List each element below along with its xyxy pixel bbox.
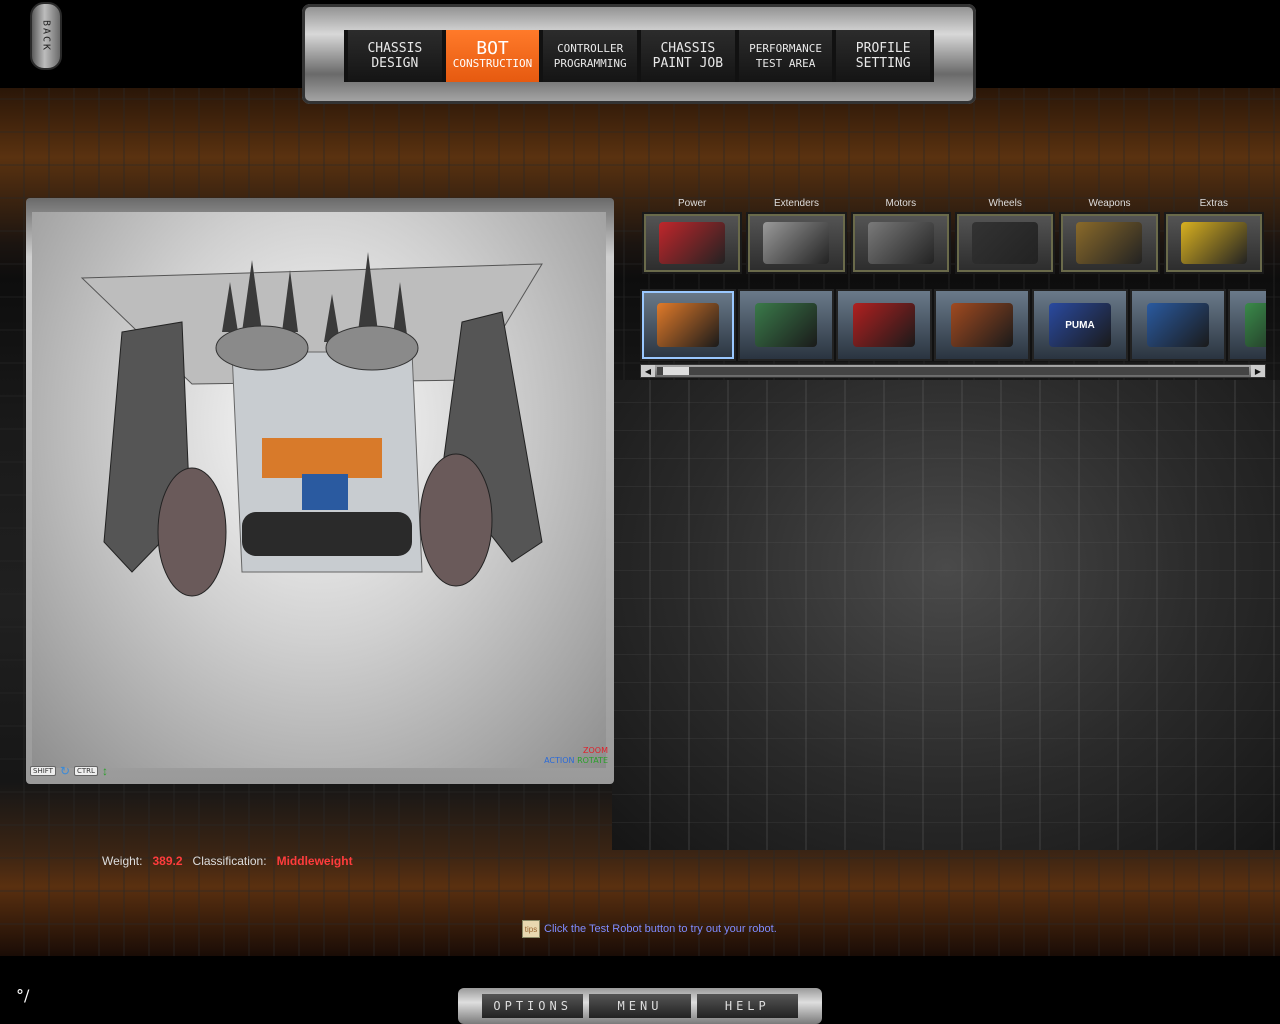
tab-controller-programming[interactable]: CONTROLLER PROGRAMMING <box>543 30 638 82</box>
part-slot[interactable] <box>1130 289 1226 361</box>
part-slot[interactable] <box>1228 289 1266 361</box>
part-slot[interactable]: PUMA <box>1032 289 1128 361</box>
green-battery-icon <box>1245 303 1266 347</box>
category-label: Motors <box>885 198 917 209</box>
circuit-board-icon <box>755 303 817 347</box>
puma-battery-icon: PUMA <box>1049 303 1111 347</box>
top-navigation: CHASSIS DESIGN BOT CONSTRUCTION CONTROLLER PR… <box>302 4 976 104</box>
weight-value: 389.2 <box>152 854 183 868</box>
classification-label: Classification: <box>192 854 267 868</box>
tab-line1: CHASSIS <box>660 41 716 56</box>
red-battery-icon <box>853 303 915 347</box>
robot-view[interactable] <box>32 212 606 768</box>
category-tile[interactable] <box>1163 212 1264 274</box>
parts-list: PUMA <box>640 289 1266 361</box>
part-slot[interactable] <box>640 289 736 361</box>
extras-icon <box>1180 222 1247 264</box>
back-label: BACK <box>40 19 52 53</box>
tab-profile-setting[interactable]: PROFILE SETTING <box>836 30 931 82</box>
viewport-controls: SHIFT ↻ CTRL ↕ <box>30 764 610 778</box>
category-extenders[interactable]: Extenders <box>744 196 848 274</box>
category-label: Extenders <box>773 198 819 209</box>
robot-controller <box>302 474 348 510</box>
category-wheels[interactable]: Wheels <box>953 196 1057 274</box>
back-button[interactable]: BACK <box>30 2 62 70</box>
category-tile[interactable] <box>850 212 951 274</box>
robot-wheel-right <box>419 453 493 587</box>
robot-motor-left <box>215 325 309 371</box>
tab-line1: PROFILE <box>855 41 911 56</box>
ctrl-key: CTRL <box>74 766 98 776</box>
tab-line1: CONTROLLER <box>557 42 624 55</box>
mouse-legend: ZOOM ACTION ROTATE <box>544 746 608 766</box>
tip-text: Click the Test Robot button to try out y… <box>544 923 777 935</box>
weapon-icon <box>1076 222 1143 264</box>
tab-line2: TEST AREA <box>755 57 816 70</box>
bottom-menu-bar: OPTIONS MENU HELP <box>458 988 822 1024</box>
battery-pack-icon <box>657 303 719 347</box>
tab-line1: CHASSIS <box>367 41 423 56</box>
tab-performance-test-area[interactable]: PERFORMANCE TEST AREA <box>738 30 833 82</box>
options-button[interactable]: OPTIONS <box>482 994 584 1018</box>
category-label: Power <box>677 198 707 209</box>
scroll-thumb[interactable] <box>663 367 689 375</box>
shift-key: SHIFT <box>30 766 56 776</box>
tips-icon: tips <box>522 920 540 938</box>
help-button[interactable]: HELP <box>696 994 798 1018</box>
classification-value: Middleweight <box>276 854 353 868</box>
tab-line2: CONSTRUCTION <box>452 57 533 70</box>
tab-line2: PROGRAMMING <box>553 57 627 70</box>
category-extras[interactable]: Extras <box>1162 196 1266 274</box>
category-label: Wheels <box>988 198 1022 209</box>
tab-line1: PERFORMANCE <box>749 42 822 55</box>
tab-line2: DESIGN <box>371 56 419 71</box>
part-slot[interactable] <box>934 289 1030 361</box>
weight-label: Weight: <box>102 854 143 868</box>
tab-line2: SETTING <box>855 56 911 71</box>
category-tile[interactable] <box>1059 212 1160 274</box>
robot-axle <box>242 512 412 556</box>
rotate-label: ROTATE <box>577 756 608 765</box>
tab-chassis-paint-job[interactable]: CHASSIS PAINT JOB <box>641 30 735 82</box>
tab-bot-construction[interactable]: BOT CONSTRUCTION <box>445 30 540 82</box>
rotate-icon: ↻ <box>59 764 71 778</box>
motor-icon <box>867 222 934 264</box>
part-slot[interactable] <box>836 289 932 361</box>
tab-line1: BOT <box>476 38 509 59</box>
parts-panel-background <box>612 380 1280 850</box>
power-icon <box>659 222 726 264</box>
robot-model <box>80 252 543 597</box>
menu-button[interactable]: MENU <box>589 994 691 1018</box>
tip-bar: tips Click the Test Robot button to try … <box>522 920 777 938</box>
category-tile[interactable] <box>954 212 1056 274</box>
scroll-left-button[interactable]: ◀ <box>641 365 655 377</box>
wheel-icon <box>972 222 1039 264</box>
parts-scrollbar[interactable]: ◀ ▶ <box>640 364 1266 378</box>
battery-cluster-icon <box>951 303 1013 347</box>
category-tile[interactable] <box>746 212 847 274</box>
category-label: Weapons <box>1088 198 1131 209</box>
tab-line2: PAINT JOB <box>652 56 724 71</box>
extender-icon <box>763 222 830 264</box>
robot-stats: Weight: 389.2 Classification: Middleweig… <box>102 854 353 868</box>
robot-3d-viewport[interactable]: SHIFT ↻ CTRL ↕ ZOOM ACTION ROTATE <box>26 198 614 784</box>
tab-chassis-design[interactable]: CHASSIS DESIGN <box>348 30 442 82</box>
robot-wheel-left <box>157 467 227 597</box>
robot-motor-right <box>325 325 419 371</box>
part-categories: Power Extenders Motors Wheels Weapons Extras <box>640 196 1266 274</box>
action-label: ACTION <box>544 756 575 765</box>
robot-battery <box>262 438 382 478</box>
scroll-track[interactable] <box>657 367 1249 375</box>
zoom-label: ZOOM <box>583 746 608 755</box>
move-icon: ↕ <box>101 764 108 778</box>
category-tile[interactable] <box>642 212 743 274</box>
category-power[interactable]: Power <box>640 196 744 274</box>
category-label: Extras <box>1199 198 1228 209</box>
logo-icon: °/ <box>16 986 30 1005</box>
blue-battery-icon <box>1147 303 1209 347</box>
scroll-right-button[interactable]: ▶ <box>1251 365 1265 377</box>
part-slot[interactable] <box>738 289 834 361</box>
category-motors[interactable]: Motors <box>849 196 953 274</box>
category-weapons[interactable]: Weapons <box>1057 196 1161 274</box>
